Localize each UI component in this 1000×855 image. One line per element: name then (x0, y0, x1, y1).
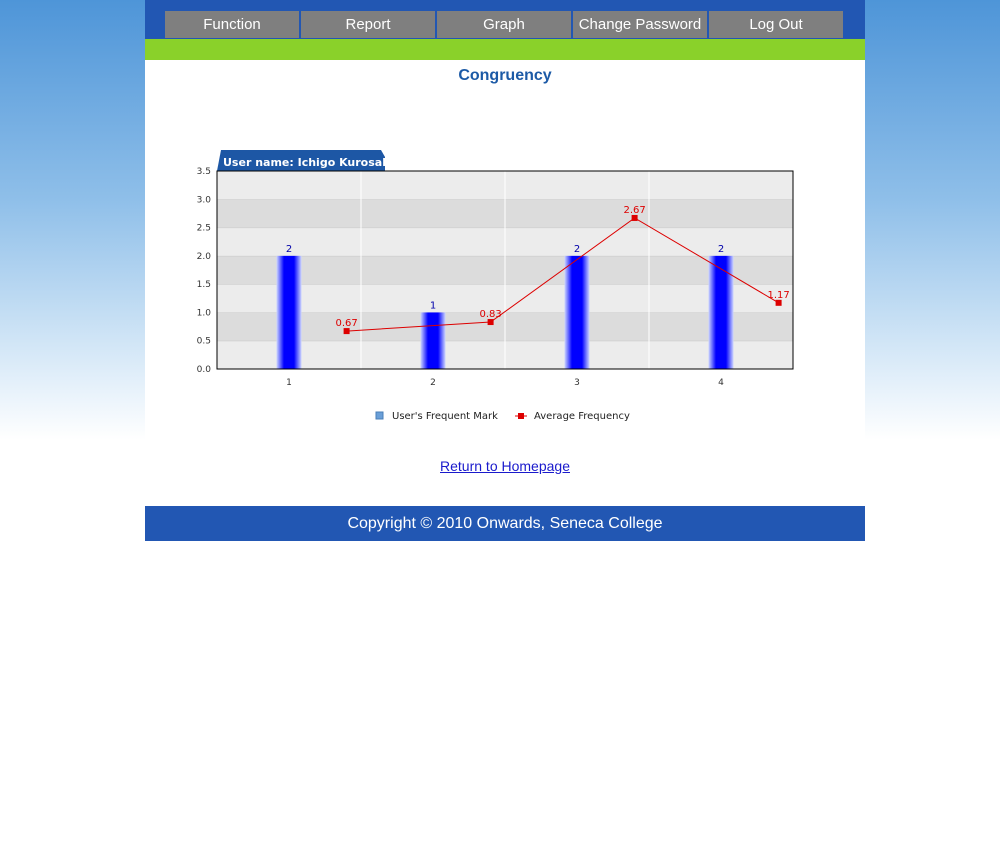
header-bar: Function Report Graph Change Password Lo… (145, 0, 865, 39)
legend-bar-swatch (375, 411, 384, 420)
bar (276, 255, 302, 369)
bar-data-label: 1 (430, 300, 436, 311)
nav-report[interactable]: Report (301, 11, 435, 38)
y-tick-label: 0.5 (197, 337, 211, 347)
return-to-homepage-link[interactable]: Return to Homepage (440, 458, 570, 474)
copyright-text: Copyright © 2010 Onwards, Seneca College (347, 515, 663, 532)
y-tick-label: 3.0 (197, 195, 212, 205)
congruency-chart: User name: Ichigo Kurosaki 0.0 0.5 1.0 1.5 2… (197, 150, 794, 422)
y-tick-label: 1.0 (197, 308, 212, 318)
bar-data-label: 2 (286, 244, 292, 255)
x-tick-label: 2 (430, 378, 436, 388)
legend-line-marker (518, 413, 524, 419)
x-tick-label: 3 (574, 378, 580, 388)
y-axis-ticks: 0.0 0.5 1.0 1.5 2.0 2.5 3.0 3.5 (197, 167, 212, 375)
bar (420, 312, 446, 369)
chart-user-tab-label: User name: Ichigo Kurosaki (223, 156, 393, 169)
page-container: Function Report Graph Change Password Lo… (145, 0, 865, 541)
line-data-label: 0.83 (479, 309, 501, 320)
bar-data-label: 2 (718, 244, 724, 255)
nav-change-password[interactable]: Change Password (573, 11, 707, 38)
bar (564, 255, 590, 369)
x-axis-ticks: 1 2 3 4 (286, 378, 724, 388)
y-tick-label: 2.0 (197, 252, 212, 262)
y-tick-label: 3.5 (197, 167, 211, 177)
legend-bar-label: User's Frequent Mark (392, 411, 498, 422)
nav-log-out[interactable]: Log Out (709, 11, 843, 38)
footer: Copyright © 2010 Onwards, Seneca College (145, 506, 865, 541)
y-tick-label: 1.5 (197, 280, 211, 290)
nav-graph[interactable]: Graph (437, 11, 571, 38)
y-tick-label: 0.0 (197, 365, 212, 375)
accent-bar (145, 39, 865, 60)
bar-data-label: 2 (574, 244, 580, 255)
nav-menu: Function Report Graph Change Password Lo… (165, 11, 843, 38)
return-link-container: Return to Homepage (145, 458, 865, 476)
chart-legend: User's Frequent Mark Average Frequency (375, 411, 630, 422)
line-data-label: 2.67 (623, 205, 645, 216)
x-tick-label: 1 (286, 378, 292, 388)
x-tick-label: 4 (718, 378, 724, 388)
nav-function[interactable]: Function (165, 11, 299, 38)
line-data-label: 0.67 (335, 318, 357, 329)
line-data-label: 1.17 (767, 290, 789, 301)
legend-line-label: Average Frequency (534, 411, 630, 422)
y-tick-label: 2.5 (197, 224, 211, 234)
bar (708, 255, 734, 369)
main-content: Congruency User name: Ichigo Kurosaki 0.… (145, 60, 865, 506)
